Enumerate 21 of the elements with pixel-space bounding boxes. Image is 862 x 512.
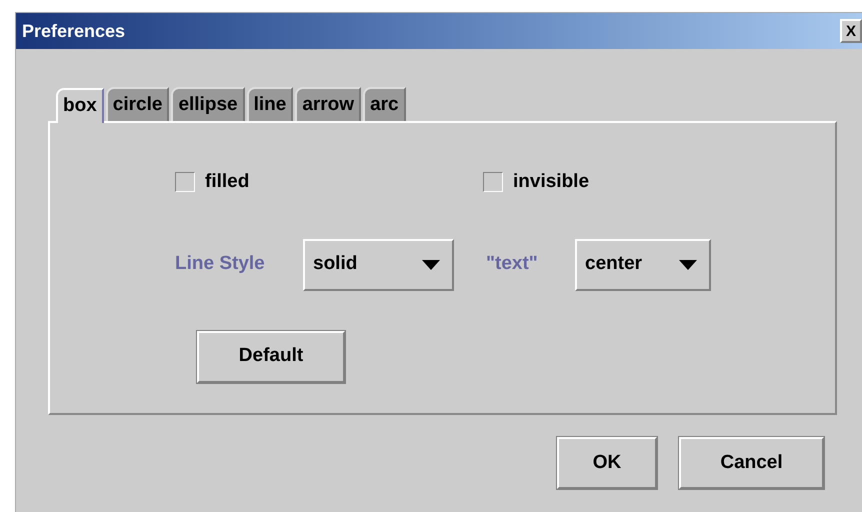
button[interactable]: OK — [557, 437, 657, 489]
line-style-label: Line Style — [175, 252, 266, 276]
button[interactable]: Default — [197, 330, 345, 382]
checkbox-label: filled — [205, 170, 250, 194]
checkbox-label: invisible — [513, 170, 590, 194]
checkbox[interactable] — [483, 172, 503, 192]
caret-icon — [422, 260, 440, 270]
tab[interactable]: circle — [106, 87, 170, 121]
tab[interactable]: ellipse — [171, 87, 245, 121]
checkbox[interactable] — [175, 172, 195, 192]
close-button[interactable]: X — [840, 19, 862, 43]
text-position-label: "text" — [486, 252, 539, 276]
dropdown[interactable]: center — [575, 238, 711, 290]
button[interactable]: Cancel — [679, 437, 824, 489]
tab[interactable]: line — [246, 87, 294, 121]
tab[interactable]: arrow — [295, 87, 362, 121]
dropdown[interactable]: solid — [303, 238, 454, 290]
window-title: Preferences — [22, 20, 126, 42]
tab[interactable]: arc — [363, 87, 406, 121]
caret-icon — [679, 260, 697, 270]
tab[interactable]: box — [56, 88, 104, 123]
